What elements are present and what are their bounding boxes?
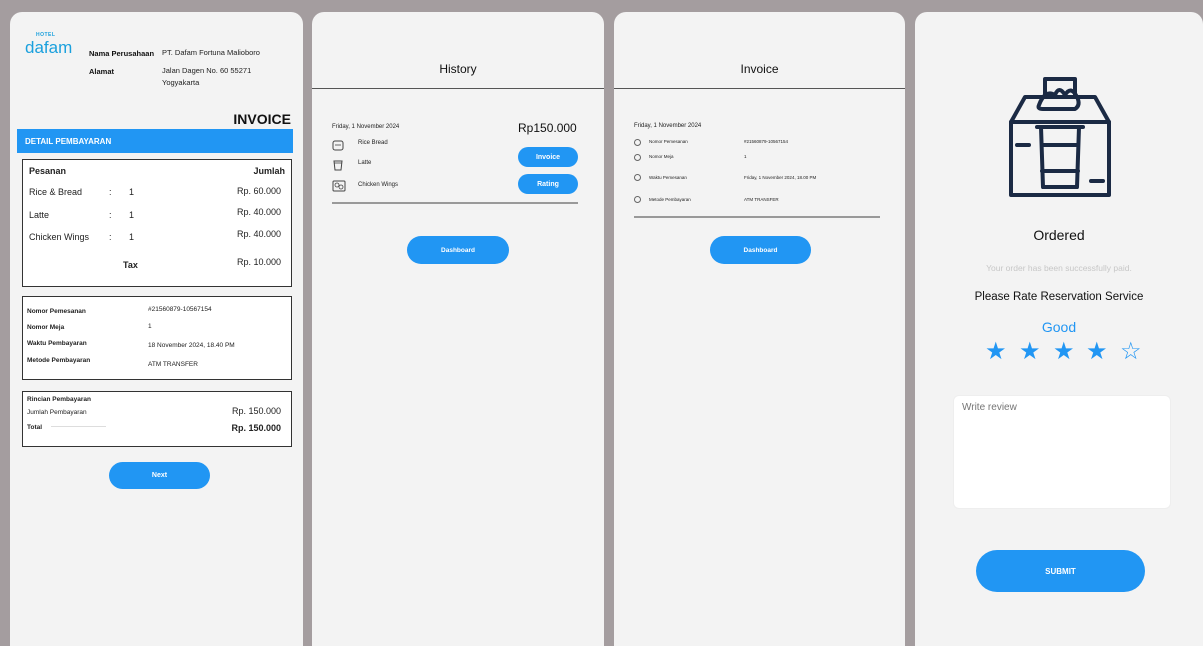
detail-label: Metode Pembayaran bbox=[649, 197, 691, 202]
cup-icon bbox=[332, 158, 344, 171]
takeaway-bag-icon bbox=[1007, 67, 1113, 210]
history-divider bbox=[332, 202, 578, 204]
detail-header: DETAIL PEMBAYARAN bbox=[17, 129, 293, 153]
order-item-name: Rice & Bread bbox=[29, 187, 83, 197]
ordered-title: Ordered bbox=[1033, 227, 1085, 243]
payment-box: Rincian Pembayaran Jumlah Pembayaran Rp.… bbox=[22, 391, 292, 447]
detail-label: Waktu Pemesanan bbox=[649, 175, 687, 180]
submit-button[interactable]: SUBMIT bbox=[976, 550, 1145, 592]
total-label: Total bbox=[27, 424, 43, 431]
chicken-icon bbox=[332, 178, 346, 192]
info-label: Nomor Meja bbox=[27, 324, 65, 331]
review-box bbox=[953, 395, 1171, 509]
bullet-icon bbox=[634, 154, 641, 161]
review-input[interactable] bbox=[954, 396, 1170, 508]
order-item-qty: 1 bbox=[129, 210, 135, 220]
invoice-detail-title: Invoice bbox=[614, 12, 905, 89]
order-item-qty: 1 bbox=[129, 187, 135, 197]
star-empty-icon[interactable]: ☆ bbox=[1120, 337, 1142, 366]
history-item-name: Chicken Wings bbox=[358, 182, 399, 188]
order-item-sep: : bbox=[109, 210, 112, 220]
invoice-button[interactable]: Invoice bbox=[518, 147, 578, 167]
history-item-name: Latte bbox=[358, 160, 372, 166]
order-item-price: Rp. 40.000 bbox=[236, 207, 281, 217]
tax-label: Tax bbox=[123, 260, 138, 270]
address-label: Alamat bbox=[89, 67, 115, 76]
history-panel: History Friday, 1 November 2024 Rp150.00… bbox=[312, 12, 604, 646]
company-value: PT. Dafam Fortuna Malioboro bbox=[162, 48, 260, 57]
payment-amount-label: Jumlah Pembayaran bbox=[27, 409, 87, 416]
info-value: #21560879-10567154 bbox=[148, 306, 212, 313]
invoice-title: INVOICE bbox=[233, 111, 291, 127]
order-item-qty: 1 bbox=[129, 232, 135, 242]
address-line2: Yogyakarta bbox=[162, 78, 200, 87]
detail-value: ATM TRANSFER bbox=[744, 197, 779, 202]
bullet-icon bbox=[634, 174, 641, 181]
history-date: Friday, 1 November 2024 bbox=[332, 124, 400, 130]
invoice-detail-date: Friday, 1 November 2024 bbox=[634, 123, 702, 129]
bullet-icon bbox=[634, 139, 641, 146]
detail-label: Nomor Meja bbox=[649, 154, 674, 159]
history-title: History bbox=[312, 12, 604, 89]
payment-amount-value: Rp. 150.000 bbox=[231, 406, 281, 416]
star-filled-icon[interactable]: ★ bbox=[985, 337, 1007, 366]
rating-button[interactable]: Rating bbox=[518, 174, 578, 194]
star-filled-icon[interactable]: ★ bbox=[1019, 337, 1041, 366]
dashboard-button[interactable]: Dashboard bbox=[407, 236, 509, 264]
orders-box: Pesanan Jumlah Rice & Bread : 1 Rp. 60.0… bbox=[22, 159, 292, 287]
bread-icon bbox=[332, 138, 344, 151]
dashboard-button[interactable]: Dashboard bbox=[710, 236, 811, 264]
order-item-price: Rp. 40.000 bbox=[236, 229, 281, 239]
bullet-icon bbox=[634, 196, 641, 203]
payment-title: Rincian Pembayaran bbox=[27, 396, 91, 403]
orders-header: Pesanan bbox=[29, 166, 67, 176]
order-item-name: Latte bbox=[29, 210, 50, 220]
star-filled-icon[interactable]: ★ bbox=[1086, 337, 1108, 366]
order-item-sep: : bbox=[109, 187, 112, 197]
detail-value: Friday, 1 November 2024, 18.00 PM bbox=[744, 175, 817, 180]
ordered-panel: Ordered Your order has been successfully… bbox=[915, 12, 1203, 646]
invoice-detail-panel: Invoice Friday, 1 November 2024 Nomor Pe… bbox=[614, 12, 905, 646]
info-value: 1 bbox=[148, 323, 152, 330]
address-line1: Jalan Dagen No. 60 55271 bbox=[162, 66, 252, 75]
rating-word: Good bbox=[1041, 319, 1077, 335]
detail-value: 1 bbox=[744, 154, 747, 159]
history-item-name: Rice Bread bbox=[358, 140, 388, 146]
rate-prompt: Please Rate Reservation Service bbox=[974, 291, 1144, 303]
total-value: Rp. 150.000 bbox=[231, 423, 281, 433]
hotel-logo: dafam bbox=[25, 38, 73, 57]
order-item-name: Chicken Wings bbox=[29, 232, 90, 242]
history-total: Rp150.000 bbox=[518, 121, 577, 135]
order-item-sep: : bbox=[109, 232, 112, 242]
detail-label: Nomor Pemesanan bbox=[649, 139, 688, 144]
total-divider bbox=[51, 426, 106, 427]
info-value: 18 November 2024, 18.40 PM bbox=[148, 342, 235, 349]
star-filled-icon[interactable]: ★ bbox=[1053, 337, 1075, 366]
info-label: Metode Pembayaran bbox=[27, 357, 91, 364]
tax-value: Rp. 10.000 bbox=[236, 257, 281, 267]
order-info-box: Nomor Pemesanan #21560879-10567154 Nomor… bbox=[22, 296, 292, 380]
order-item-price: Rp. 60.000 bbox=[236, 186, 281, 196]
ordered-subtitle: Your order has been successfully paid. bbox=[986, 263, 1132, 273]
next-button[interactable]: Next bbox=[109, 462, 210, 489]
info-label: Waktu Pembayaran bbox=[27, 340, 87, 347]
invoice-detail-divider bbox=[634, 216, 880, 218]
info-label: Nomor Pemesanan bbox=[27, 308, 86, 315]
detail-value: #21560879-10567154 bbox=[744, 139, 789, 144]
company-label: Nama Perusahaan bbox=[89, 49, 155, 58]
info-value: ATM TRANSFER bbox=[148, 361, 198, 368]
invoice-panel: HOTEL dafam Nama Perusahaan PT. Dafam Fo… bbox=[10, 12, 303, 646]
amount-header: Jumlah bbox=[253, 166, 285, 176]
